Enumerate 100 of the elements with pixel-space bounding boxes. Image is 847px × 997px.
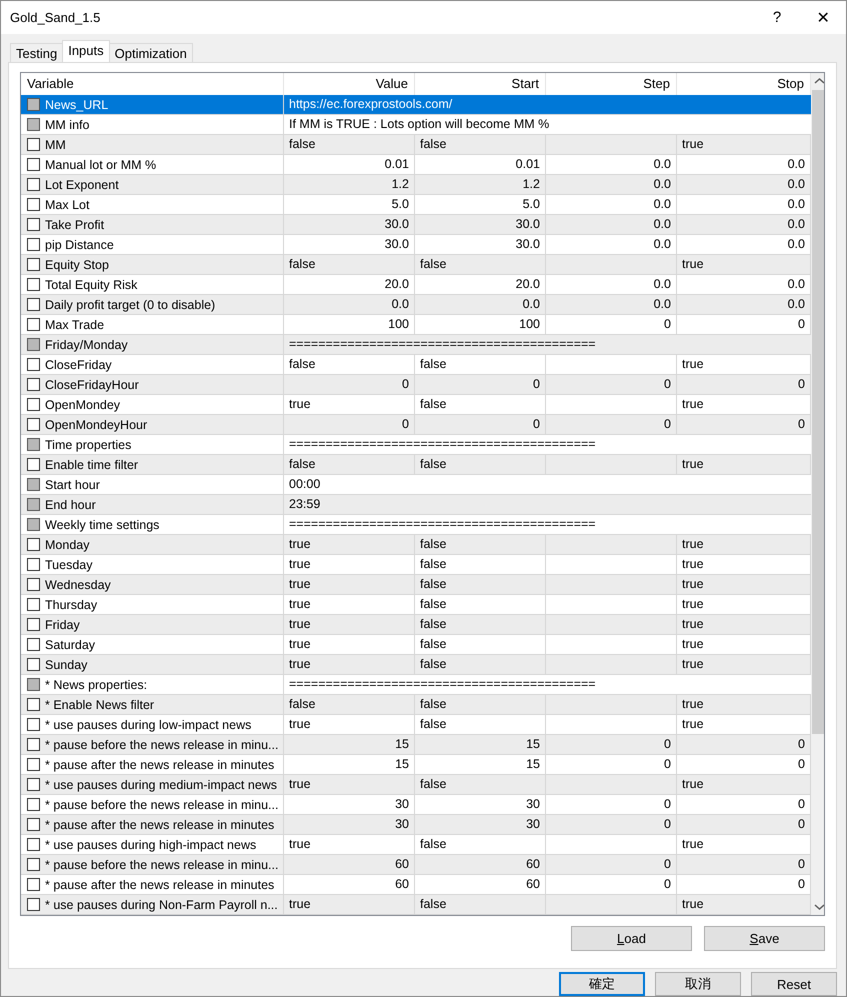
scrollbar-thumb[interactable] bbox=[812, 90, 824, 734]
checkbox[interactable] bbox=[27, 758, 40, 771]
dialog-button[interactable]: 確定 bbox=[559, 972, 645, 996]
help-button[interactable]: ? bbox=[754, 9, 800, 26]
checkbox[interactable] bbox=[27, 598, 40, 611]
checkbox[interactable] bbox=[27, 238, 40, 251]
table-cell-text: 00:00 bbox=[288, 476, 322, 493]
dialog-button[interactable]: 取消 bbox=[655, 972, 741, 996]
table-cell: true bbox=[284, 775, 415, 794]
checkbox[interactable] bbox=[27, 878, 40, 891]
table-cell: MM bbox=[45, 138, 66, 152]
table-row[interactable]: CloseFridayHour 0 0 0 0 bbox=[21, 375, 811, 395]
checkbox[interactable] bbox=[27, 218, 40, 231]
checkbox[interactable] bbox=[27, 318, 40, 331]
checkbox[interactable] bbox=[27, 798, 40, 811]
table-cell: true bbox=[284, 715, 415, 734]
checkbox[interactable] bbox=[27, 578, 40, 591]
table-cell: Friday bbox=[45, 618, 80, 632]
table-cell: false bbox=[415, 635, 546, 654]
table-cell: Equity Stop bbox=[45, 258, 109, 272]
table-row[interactable]: Equity Stop false false true bbox=[21, 255, 811, 275]
table-cell-text: If MM is TRUE : Lots option will become MM % bbox=[288, 116, 550, 133]
table-cell: 0.0 bbox=[546, 275, 677, 294]
table-row[interactable]: Monday true false true bbox=[21, 535, 811, 555]
checkbox[interactable] bbox=[27, 198, 40, 211]
table-row[interactable]: * use pauses during medium-impact news true false true bbox=[21, 775, 811, 795]
table-cell: Tuesday bbox=[45, 558, 92, 572]
checkbox[interactable] bbox=[27, 278, 40, 291]
checkbox[interactable] bbox=[27, 898, 40, 911]
table-row[interactable]: * pause after the news release in minutes 30 30 0 0 bbox=[21, 815, 811, 835]
table-cell-text: ========================================== bbox=[288, 336, 597, 353]
checkbox[interactable] bbox=[27, 398, 40, 411]
checkbox[interactable] bbox=[27, 638, 40, 651]
close-button[interactable]: ✕ bbox=[800, 8, 846, 28]
table-cell: 0.0 bbox=[546, 295, 677, 314]
table-row[interactable]: Enable time filter false false true bbox=[21, 455, 811, 475]
checkbox[interactable] bbox=[27, 858, 40, 871]
checkbox[interactable] bbox=[27, 718, 40, 731]
table-cell: Start hour bbox=[45, 478, 100, 492]
checkbox[interactable] bbox=[27, 838, 40, 851]
checkbox[interactable] bbox=[27, 738, 40, 751]
table-cell: false bbox=[415, 895, 546, 914]
tab[interactable]: Optimization bbox=[108, 43, 193, 62]
checkbox[interactable] bbox=[27, 158, 40, 171]
checkbox[interactable] bbox=[27, 418, 40, 431]
checkbox[interactable] bbox=[27, 358, 40, 371]
checkbox[interactable] bbox=[27, 818, 40, 831]
table-cell: 60 bbox=[415, 875, 546, 894]
table-row[interactable]: OpenMondeyHour 0 0 0 0 bbox=[21, 415, 811, 435]
table-cell: 0 bbox=[546, 415, 677, 434]
tab[interactable]: Testing bbox=[10, 43, 64, 62]
table-cell: false bbox=[284, 455, 415, 474]
checkbox[interactable] bbox=[27, 178, 40, 191]
table-row[interactable]: Friday true false true bbox=[21, 615, 811, 635]
table-cell: true bbox=[284, 655, 415, 674]
checkbox[interactable] bbox=[27, 458, 40, 471]
table-cell: Wednesday bbox=[45, 578, 111, 592]
table-cell: 0.0 bbox=[415, 295, 546, 314]
table-row[interactable]: * pause before the news release in minu... 60 60 0 0 bbox=[21, 855, 811, 875]
checkbox[interactable] bbox=[27, 378, 40, 391]
table-row[interactable]: * use pauses during Non-Farm Payroll n... true false true bbox=[21, 895, 811, 915]
table-cell: * Enable News filter bbox=[45, 698, 154, 712]
table-cell: false bbox=[415, 395, 546, 414]
table-cell: true bbox=[284, 575, 415, 594]
table-cell: 30 bbox=[284, 795, 415, 814]
table-cell: false bbox=[284, 355, 415, 374]
table-cell: 20.0 bbox=[284, 275, 415, 294]
table-cell: Manual lot or MM % bbox=[45, 158, 156, 172]
checkbox[interactable] bbox=[27, 258, 40, 271]
checkbox[interactable] bbox=[27, 538, 40, 551]
table-row[interactable]: Take Profit 30.0 30.0 0.0 0.0 bbox=[21, 215, 811, 235]
checkbox[interactable] bbox=[27, 138, 40, 151]
checkbox[interactable] bbox=[27, 298, 40, 311]
dialog-button[interactable]: Reset bbox=[751, 972, 837, 996]
table-row[interactable]: Daily profit target (0 to disable) 0.0 0.0 0.0 0.0 bbox=[21, 295, 811, 315]
checkbox[interactable] bbox=[27, 558, 40, 571]
table-cell: false bbox=[415, 595, 546, 614]
table-cell: 0.0 bbox=[546, 155, 677, 174]
table-cell: 0.0 bbox=[546, 215, 677, 234]
table-cell-text: ========================================== bbox=[288, 676, 597, 693]
table-row[interactable]: * pause before the news release in minu... 15 15 0 0 bbox=[21, 735, 811, 755]
tab[interactable]: Inputs bbox=[62, 40, 110, 62]
table-row[interactable]: * Enable News filter false false true bbox=[21, 695, 811, 715]
checkbox[interactable] bbox=[27, 698, 40, 711]
panel-button[interactable]: Load bbox=[571, 926, 692, 951]
checkbox[interactable] bbox=[27, 778, 40, 791]
table-cell: 30.0 bbox=[284, 235, 415, 254]
table-cell: * use pauses during medium-impact news bbox=[45, 778, 278, 792]
table-cell: true bbox=[284, 395, 415, 414]
panel-button[interactable]: Save bbox=[704, 926, 825, 951]
checkbox[interactable] bbox=[27, 618, 40, 631]
table-row[interactable]: Lot Exponent 1.2 1.2 0.0 0.0 bbox=[21, 175, 811, 195]
table-cell: false bbox=[415, 695, 546, 714]
scrollbar[interactable] bbox=[811, 73, 824, 915]
table-row[interactable]: Wednesday true false true bbox=[21, 575, 811, 595]
table-row[interactable]: Sunday true false true bbox=[21, 655, 811, 675]
table-row[interactable]: MM false false true bbox=[21, 135, 811, 155]
table-cell: 5.0 bbox=[284, 195, 415, 214]
table-cell: true bbox=[284, 595, 415, 614]
checkbox[interactable] bbox=[27, 658, 40, 671]
